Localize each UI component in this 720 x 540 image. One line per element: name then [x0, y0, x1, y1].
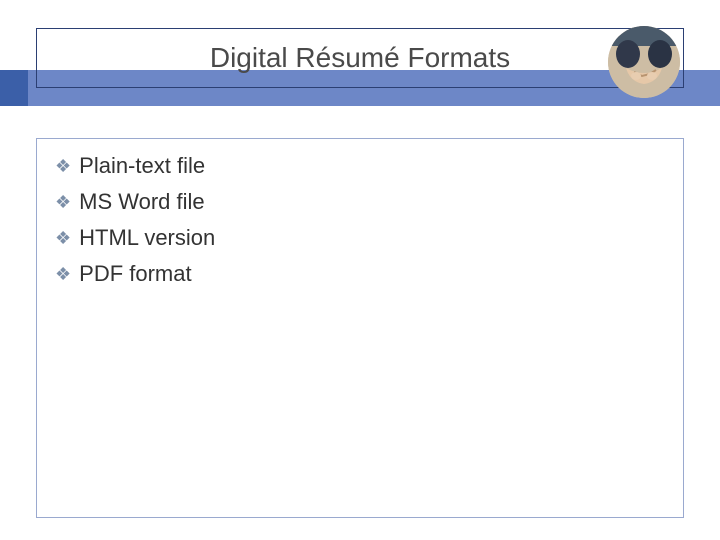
bullet-label: HTML version — [79, 225, 215, 251]
bullet-label: Plain-text file — [79, 153, 205, 179]
handshake-image — [608, 26, 680, 98]
diamond-bullet-icon: ❖ — [55, 193, 71, 211]
bullet-label: PDF format — [79, 261, 191, 287]
header-accent — [0, 70, 28, 106]
list-item: ❖ PDF format — [55, 261, 665, 287]
diamond-bullet-icon: ❖ — [55, 265, 71, 283]
diamond-bullet-icon: ❖ — [55, 229, 71, 247]
title-container: Digital Résumé Formats — [36, 28, 684, 88]
list-item: ❖ HTML version — [55, 225, 665, 251]
diamond-bullet-icon: ❖ — [55, 157, 71, 175]
slide-title: Digital Résumé Formats — [210, 42, 510, 74]
bullet-label: MS Word file — [79, 189, 205, 215]
list-item: ❖ Plain-text file — [55, 153, 665, 179]
content-panel: ❖ Plain-text file ❖ MS Word file ❖ HTML … — [36, 138, 684, 518]
list-item: ❖ MS Word file — [55, 189, 665, 215]
